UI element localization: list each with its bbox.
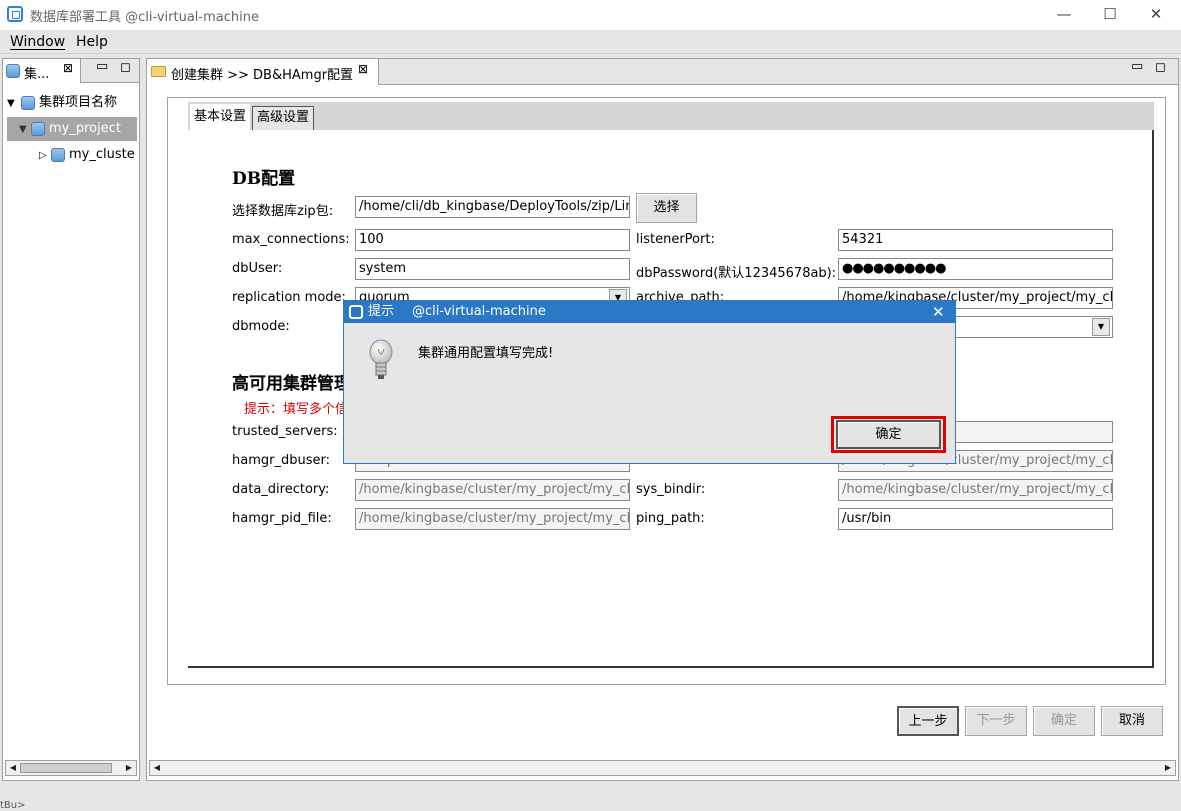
tree-cluster-label: my_cluste	[68, 147, 135, 162]
data-directory-label: data_directory:	[232, 482, 330, 497]
project-explorer: 集... ⊠ ▭ ◻ ▼ 集群项目名称 ▼ my_project ▷ my_cl…	[2, 58, 140, 781]
folder-icon	[151, 66, 166, 77]
explorer-tab[interactable]: 集... ⊠	[3, 59, 81, 83]
zip-label: 选择数据库zip包:	[232, 204, 334, 219]
db-password-field[interactable]: ●●●●●●●●●●	[838, 258, 1113, 280]
menu-help[interactable]: Help	[76, 34, 108, 50]
choose-button[interactable]: 选择	[636, 193, 697, 223]
tree-item-cluster[interactable]: ▷ my_cluste	[7, 143, 139, 167]
db-password-label: dbPassword(默认12345678ab):	[636, 266, 837, 281]
explorer-tab-label: 集...	[24, 67, 50, 82]
sys-bindir-field[interactable]: /home/kingbase/cluster/my_project/my_clu	[838, 479, 1113, 501]
project-icon	[30, 121, 45, 136]
dialog-titlebar: 提示 @cli-virtual-machine ✕	[344, 301, 955, 323]
next-button[interactable]: 下一步	[965, 706, 1027, 736]
tree-root-label: 集群项目名称	[38, 95, 117, 110]
hamgr-pid-file-field[interactable]: /home/kingbase/cluster/my_project/my_clu	[355, 508, 630, 530]
expand-arrow-icon: ▼	[7, 98, 15, 109]
dialog-title: 提示	[368, 304, 395, 319]
scroll-left-icon[interactable]: ◀	[151, 762, 163, 774]
tree-root[interactable]: ▼ 集群项目名称	[7, 91, 137, 115]
tree-item-project[interactable]: ▼ my_project	[7, 117, 137, 141]
scroll-right-icon[interactable]: ▶	[123, 762, 135, 774]
app-icon	[349, 305, 363, 319]
explorer-tabbar: 集... ⊠ ▭ ◻	[3, 59, 139, 83]
collapse-arrow-icon: ▷	[39, 150, 47, 161]
window-titlebar: 数据库部署工具 @cli-virtual-machine — ☐ ✕	[0, 0, 1181, 30]
listener-port-field[interactable]: 54321	[838, 229, 1113, 251]
sys-bindir-label: sys_bindir:	[636, 482, 706, 497]
max-connections-label: max_connections:	[232, 232, 350, 247]
maximize-view-icon[interactable]: ◻	[1155, 60, 1166, 75]
maximize-view-icon[interactable]: ◻	[120, 60, 131, 75]
hamgr-dbuser-label: hamgr_dbuser:	[232, 453, 330, 468]
dropdown-arrow-icon[interactable]: ▼	[1092, 318, 1110, 336]
dialog-host: @cli-virtual-machine	[412, 304, 546, 319]
inner-tabstrip: 基本设置 高级设置	[188, 102, 1154, 132]
trusted-servers-label: trusted_servers:	[232, 424, 338, 439]
minimize-button[interactable]: —	[1041, 0, 1087, 30]
statusbar: tBu>	[0, 786, 1181, 811]
listener-port-label: listenerPort:	[636, 232, 715, 247]
db-user-field[interactable]: system	[355, 258, 630, 280]
editor-tab[interactable]: 创建集群 >> DB&HAmgr配置 ⊠	[147, 59, 379, 85]
scroll-left-icon[interactable]: ◀	[7, 762, 19, 774]
cancel-button[interactable]: 取消	[1101, 706, 1163, 736]
max-connections-field[interactable]: 100	[355, 229, 630, 251]
dialog-close-icon[interactable]: ✕	[932, 301, 945, 323]
cluster-icon	[50, 147, 65, 162]
tree-project-label: my_project	[48, 121, 121, 136]
data-directory-field[interactable]: /home/kingbase/cluster/my_project/my_clu	[355, 479, 630, 501]
minimize-view-icon[interactable]: ▭	[96, 59, 108, 74]
window-title: 数据库部署工具 @cli-virtual-machine	[30, 10, 259, 25]
scroll-thumb[interactable]	[20, 763, 112, 773]
editor-hscrollbar[interactable]: ◀ ▶	[149, 760, 1176, 776]
tab-advanced-settings[interactable]: 高级设置	[252, 106, 315, 130]
prev-button[interactable]: 上一步	[897, 706, 959, 736]
dbmode-label: dbmode:	[232, 319, 290, 334]
menubar	[0, 30, 1181, 54]
db-section-title: DB配置	[232, 169, 296, 189]
cluster-icon	[20, 95, 35, 110]
status-text: tBu>	[0, 800, 26, 811]
replication-mode-label: replication mode:	[232, 290, 346, 305]
close-tab-icon[interactable]: ⊠	[63, 61, 73, 75]
app-icon	[7, 6, 23, 22]
zip-path-field[interactable]: /home/cli/db_kingbase/DeployTools/zip/Li…	[355, 196, 630, 218]
cluster-icon	[6, 64, 20, 78]
dialog-ok-button[interactable]: 确定	[836, 420, 941, 449]
ping-path-label: ping_path:	[636, 511, 705, 526]
editor-tab-label: 创建集群 >> DB&HAmgr配置	[171, 68, 354, 83]
lightbulb-icon	[369, 339, 393, 379]
finish-button[interactable]: 确定	[1033, 706, 1095, 736]
close-button[interactable]: ✕	[1133, 0, 1179, 30]
editor-tabbar: 创建集群 >> DB&HAmgr配置 ⊠ ▭ ◻	[147, 59, 1178, 85]
db-user-label: dbUser:	[232, 261, 283, 276]
scroll-right-icon[interactable]: ▶	[1162, 762, 1174, 774]
expand-arrow-icon: ▼	[19, 124, 27, 135]
maximize-button[interactable]: ☐	[1087, 0, 1133, 30]
tab-basic-settings[interactable]: 基本设置	[190, 104, 251, 132]
close-tab-icon[interactable]: ⊠	[358, 62, 368, 76]
ping-path-field[interactable]: /usr/bin	[838, 508, 1113, 530]
ha-section-title: 高可用集群管理	[232, 374, 351, 394]
hamgr-pid-file-label: hamgr_pid_file:	[232, 511, 332, 526]
explorer-hscrollbar[interactable]: ◀ ▶	[5, 760, 137, 776]
info-dialog: 提示 @cli-virtual-machine ✕ 集群通用配置填写完成! 确定	[343, 300, 956, 464]
menu-window[interactable]: Window	[10, 34, 65, 50]
ha-hint: 提示：填写多个信	[244, 402, 349, 417]
dialog-message: 集群通用配置填写完成!	[418, 346, 554, 361]
minimize-view-icon[interactable]: ▭	[1131, 59, 1143, 74]
